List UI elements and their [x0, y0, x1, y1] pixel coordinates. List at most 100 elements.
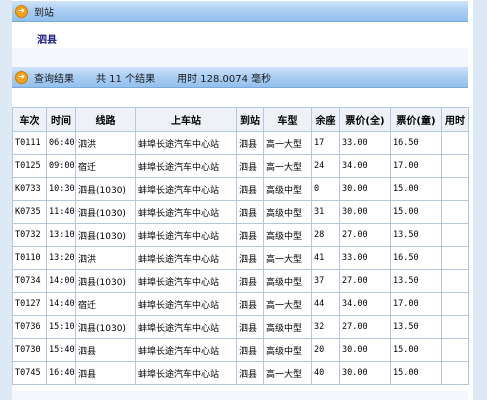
seats-cell: 44 — [311, 292, 340, 316]
duration-cell — [441, 338, 469, 362]
fare-child-cell: 17.00 — [390, 292, 442, 316]
fare-child-cell: 16.50 — [390, 131, 442, 155]
seats-cell: 0 — [311, 177, 340, 201]
duration-cell — [441, 269, 469, 293]
fare-full-cell: 30.00 — [339, 361, 391, 385]
table-header-row: 车次 时间 线路 上车站 到站 车型 余座 票价(全) 票价(童) 用时 — [12, 107, 469, 132]
time-cell: 06:40 — [46, 131, 76, 155]
arrow-right-icon: ➔ — [15, 70, 28, 84]
header-col-route: 线路 — [75, 107, 136, 132]
train-no-cell: T0111 — [12, 131, 47, 155]
bus-type-cell: 高级中型 — [263, 338, 312, 362]
board-station-cell: 蚌埠长途汽车中心站 — [135, 154, 237, 178]
fare-full-cell: 34.00 — [339, 154, 391, 178]
fare-full-cell: 30.00 — [339, 338, 391, 362]
schedule-table-container: 车次 时间 线路 上车站 到站 车型 余座 票价(全) 票价(童) 用时 T0111 06:40 泗洪… — [12, 107, 469, 385]
board-station-cell: 蚌埠长途汽车中心站 — [135, 246, 237, 270]
table-row: T0110 13:20 泗洪 蚌埠长途汽车中心站 泗县 高一大型 41 33.00 16.50 — [12, 246, 469, 270]
board-station-cell: 蚌埠长途汽车中心站 — [135, 338, 237, 362]
table-row: K0733 10:30 泗县(1030) 蚌埠长途汽车中心站 泗县 高级中型 0 30.00 1… — [12, 177, 469, 201]
time-cell: 09:00 — [46, 154, 76, 178]
arrival-cell: 泗县 — [236, 154, 264, 178]
time-cell: 10:30 — [46, 177, 76, 201]
board-station-cell: 蚌埠长途汽车中心站 — [135, 177, 237, 201]
board-station-cell: 蚌埠长途汽车中心站 — [135, 292, 237, 316]
duration-cell — [441, 361, 469, 385]
fare-child-cell: 17.00 — [390, 154, 442, 178]
route-cell: 泗县(1030) — [75, 200, 136, 224]
table-row: T0127 14:40 宿迁 蚌埠长途汽车中心站 泗县 高一大型 44 34.00 17.00 — [12, 292, 469, 316]
route-cell: 宿迁 — [75, 154, 136, 178]
arrow-right-icon: ➔ — [15, 4, 28, 18]
train-no-cell: K0735 — [12, 200, 47, 224]
route-cell: 泗洪 — [75, 246, 136, 270]
fare-child-cell: 15.00 — [390, 200, 442, 224]
train-no-cell: T0736 — [12, 315, 47, 339]
header-col-seats: 余座 — [311, 107, 340, 132]
time-cell: 11:40 — [46, 200, 76, 224]
header-col-duration: 用时 — [441, 107, 469, 132]
route-cell: 泗县 — [75, 338, 136, 362]
duration-cell — [441, 177, 469, 201]
header-col-fare-full: 票价(全) — [339, 107, 391, 132]
arrival-cell: 泗县 — [236, 200, 264, 224]
right-margin-strip — [473, 0, 487, 400]
duration-cell — [441, 200, 469, 224]
train-no-cell: T0732 — [12, 223, 47, 247]
bottom-gutter — [12, 391, 468, 400]
seats-cell: 32 — [311, 315, 340, 339]
table-body: T0111 06:40 泗洪 蚌埠长途汽车中心站 泗县 高一大型 17 33.00 16.50 T… — [12, 131, 469, 385]
fare-child-cell: 15.00 — [390, 338, 442, 362]
fare-full-cell: 30.00 — [339, 177, 391, 201]
duration-cell — [441, 154, 469, 178]
table-row: T0745 16:40 泗县 蚌埠长途汽车中心站 泗县 高一大型 40 30.00 15.00 — [12, 361, 469, 385]
fare-child-cell: 16.50 — [390, 246, 442, 270]
seats-cell: 31 — [311, 200, 340, 224]
header-col-train-no: 车次 — [12, 107, 47, 132]
table-row: T0732 13:10 泗县(1030) 蚌埠长途汽车中心站 泗县 高级中型 28 27.00… — [12, 223, 469, 247]
time-cell: 14:00 — [46, 269, 76, 293]
duration-cell — [441, 223, 469, 247]
train-no-cell: T0734 — [12, 269, 47, 293]
bus-type-cell: 高一大型 — [263, 131, 312, 155]
time-cell: 14:40 — [46, 292, 76, 316]
route-cell: 泗县(1030) — [75, 269, 136, 293]
board-station-cell: 蚌埠长途汽车中心站 — [135, 200, 237, 224]
fare-full-cell: 33.00 — [339, 131, 391, 155]
route-cell: 泗县(1030) — [75, 223, 136, 247]
board-station-cell: 蚌埠长途汽车中心站 — [135, 223, 237, 247]
fare-child-cell: 13.50 — [390, 269, 442, 293]
board-station-cell: 蚌埠长途汽车中心站 — [135, 361, 237, 385]
arrival-panel-body: 泗县 — [12, 22, 468, 48]
time-cell: 13:10 — [46, 223, 76, 247]
arrival-cell: 泗县 — [236, 177, 264, 201]
table-row: T0125 09:00 宿迁 蚌埠长途汽车中心站 泗县 高一大型 24 34.00 17.00 — [12, 154, 469, 178]
route-cell: 泗县(1030) — [75, 177, 136, 201]
table-row: T0736 15:10 泗县(1030) 蚌埠长途汽车中心站 泗县 高级中型 32 27.00… — [12, 315, 469, 339]
fare-full-cell: 33.00 — [339, 246, 391, 270]
bus-type-cell: 高一大型 — [263, 246, 312, 270]
table-row: K0735 11:40 泗县(1030) 蚌埠长途汽车中心站 泗县 高级中型 31 30.00… — [12, 200, 469, 224]
time-cell: 15:40 — [46, 338, 76, 362]
page: ➔ 到站 泗县 ➔ 查询结果 共 11 个结果 用时 128.0074 毫秒 车… — [0, 0, 487, 400]
arrival-cell: 泗县 — [236, 246, 264, 270]
arrival-cell: 泗县 — [236, 223, 264, 247]
duration-cell — [441, 131, 469, 155]
fare-full-cell: 30.00 — [339, 200, 391, 224]
bus-type-cell: 高一大型 — [263, 292, 312, 316]
bus-type-cell: 高级中型 — [263, 269, 312, 293]
table-row: T0730 15:40 泗县 蚌埠长途汽车中心站 泗县 高级中型 20 30.00 15.00 — [12, 338, 469, 362]
arrival-cell: 泗县 — [236, 269, 264, 293]
seats-cell: 41 — [311, 246, 340, 270]
duration-cell — [441, 246, 469, 270]
train-no-cell: T0110 — [12, 246, 47, 270]
results-count: 共 11 个结果 — [96, 73, 156, 85]
bus-type-cell: 高一大型 — [263, 154, 312, 178]
seats-cell: 20 — [311, 338, 340, 362]
board-station-cell: 蚌埠长途汽车中心站 — [135, 131, 237, 155]
arrival-panel-title: 到站 — [34, 7, 54, 19]
fare-full-cell: 27.00 — [339, 315, 391, 339]
table-row: T0111 06:40 泗洪 蚌埠长途汽车中心站 泗县 高一大型 17 33.00 16.50 — [12, 131, 469, 155]
train-no-cell: K0733 — [12, 177, 47, 201]
left-margin-strip — [0, 0, 12, 400]
